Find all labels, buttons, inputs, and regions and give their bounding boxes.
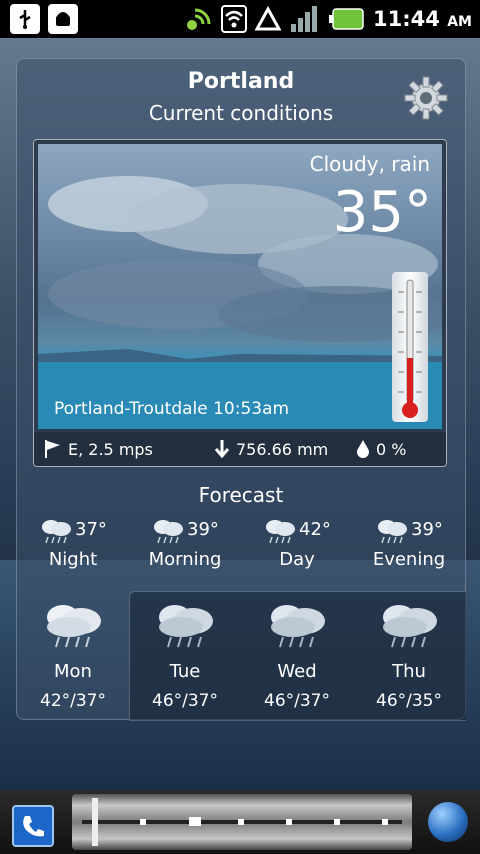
station-time: Portland-Troutdale 10:53am xyxy=(54,399,290,419)
day-item[interactable]: Mon 42°/37° xyxy=(17,591,129,719)
conditions-subtitle: Current conditions xyxy=(148,101,334,125)
weather-panel: Portland Current conditions Cloudy, rain… xyxy=(16,58,466,721)
daily-forecast-row: Mon 42°/37° Tue 46°/37° Wed 46°/37° Thu … xyxy=(17,591,466,721)
precip-metric: 0 % xyxy=(356,439,406,459)
pressure-value: 756.66 mm xyxy=(236,439,329,459)
wifi-icon xyxy=(221,5,248,33)
day-name: Tue xyxy=(169,661,201,682)
day-range: 46°/37° xyxy=(152,691,218,711)
day-part-temp: 39° xyxy=(411,519,443,540)
globe-icon[interactable] xyxy=(428,802,468,842)
day-item[interactable]: Wed 46°/37° xyxy=(241,591,353,719)
bottom-dock xyxy=(0,790,480,854)
pressure-metric: 756.66 mm xyxy=(214,439,328,459)
weather-image: Cloudy, rain 35° Portland-Troutdale 10:5… xyxy=(38,144,442,429)
android-debug-icon xyxy=(48,4,78,34)
city-name: Portland xyxy=(187,69,295,94)
clock: 11:44 AM xyxy=(373,7,472,31)
satellite-icon xyxy=(187,8,211,30)
data-triangle-icon xyxy=(255,6,282,31)
day-part-name: Morning xyxy=(148,549,222,570)
day-name: Mon xyxy=(54,661,92,682)
wind-metric: E, 2.5 mps xyxy=(44,439,153,459)
day-item[interactable]: Thu 46°/35° xyxy=(353,591,465,719)
signal-icon xyxy=(291,6,318,32)
day-part-temp: 37° xyxy=(75,519,107,540)
day-part-temp: 42° xyxy=(299,519,331,540)
current-temperature: 35° xyxy=(332,180,432,245)
arrow-down-icon xyxy=(214,440,230,459)
condition-text: Cloudy, rain xyxy=(309,152,430,176)
metrics-bar: E, 2.5 mps 756.66 mm 0 % xyxy=(34,432,446,466)
drop-icon xyxy=(357,440,369,458)
day-item[interactable]: Tue 46°/37° xyxy=(129,591,241,719)
cloud-rain-icon xyxy=(47,605,101,648)
day-part-name: Night xyxy=(48,549,98,570)
phone-icon[interactable] xyxy=(12,805,54,847)
day-range: 46°/37° xyxy=(264,691,330,711)
day-range: 46°/35° xyxy=(376,691,442,711)
day-part-temp: 39° xyxy=(187,519,219,540)
cloud-rain-icon xyxy=(266,520,295,544)
cloud-rain-icon xyxy=(154,520,183,544)
forecast-title: Forecast xyxy=(198,483,284,507)
current-conditions-card[interactable]: Cloudy, rain 35° Portland-Troutdale 10:5… xyxy=(33,139,447,467)
day-parts-row: 37° Night 39° Morning 42° Day 39° Evenin… xyxy=(17,515,465,575)
thermometer-icon xyxy=(392,272,428,422)
cloud-rain-icon xyxy=(42,520,71,544)
flag-icon xyxy=(45,440,60,458)
day-name: Thu xyxy=(392,661,426,682)
usb-icon xyxy=(10,4,40,34)
day-part-name: Evening xyxy=(372,549,446,570)
cloud-rain-icon xyxy=(378,520,407,544)
status-bar: 11:44 AM xyxy=(0,0,480,38)
day-range: 42°/37° xyxy=(40,691,106,711)
cloud-rain-icon xyxy=(159,605,213,648)
wind-value: E, 2.5 mps xyxy=(68,439,153,459)
battery-icon xyxy=(329,8,364,30)
home-screen-slider[interactable] xyxy=(72,794,412,850)
precip-value: 0 % xyxy=(376,439,407,459)
day-name: Wed xyxy=(277,661,317,682)
gear-icon[interactable] xyxy=(403,75,449,121)
cloud-rain-icon xyxy=(383,605,437,648)
day-part-name: Day xyxy=(279,549,315,570)
cloud-rain-icon xyxy=(271,605,325,648)
